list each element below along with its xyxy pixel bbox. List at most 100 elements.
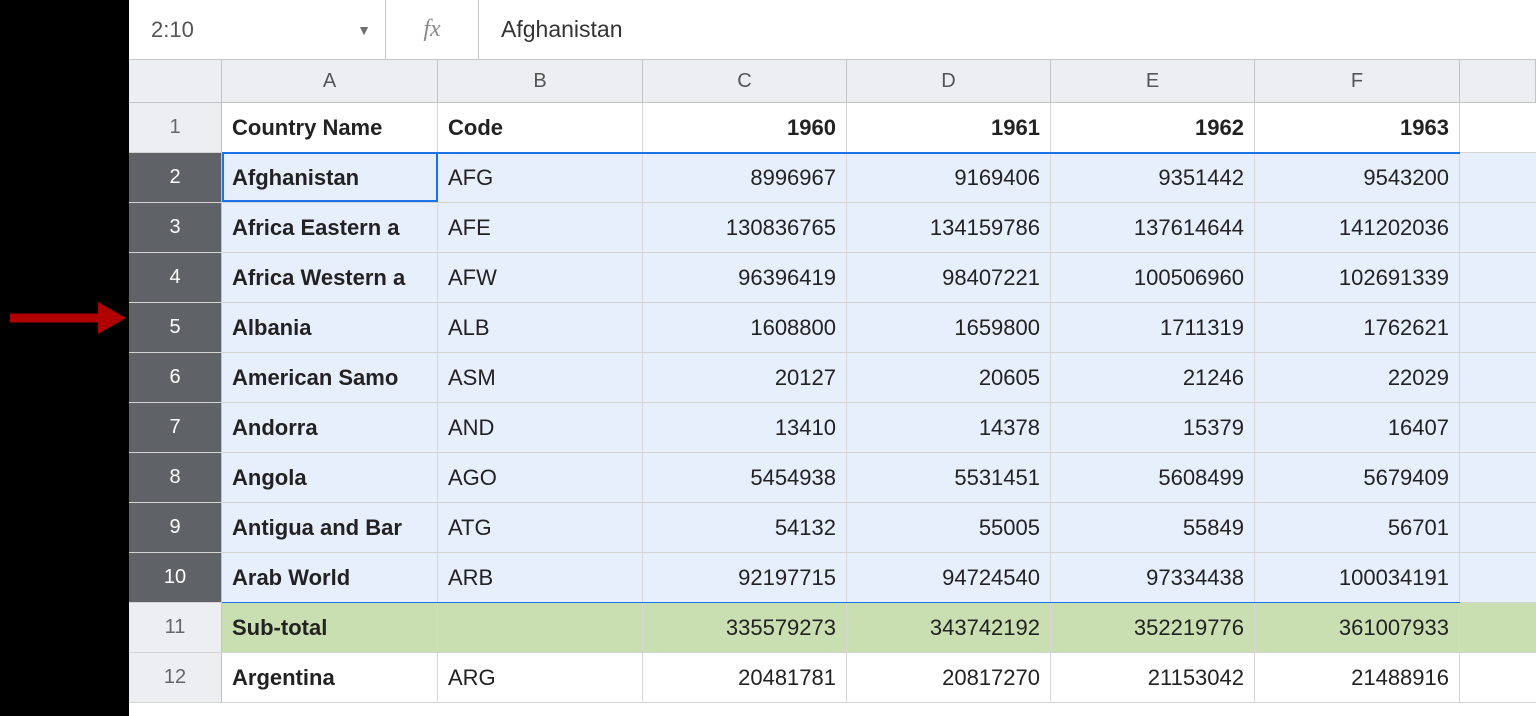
select-all-corner[interactable] [129, 60, 222, 102]
cell[interactable] [1460, 153, 1536, 202]
cell[interactable]: 1608800 [643, 303, 847, 352]
cell[interactable]: Angola [222, 453, 438, 502]
row-header-1[interactable]: 1 [129, 103, 222, 152]
row-header-8[interactable]: 8 [129, 453, 222, 502]
cell[interactable]: 5531451 [847, 453, 1051, 502]
cell[interactable]: 20127 [643, 353, 847, 402]
cell[interactable]: 1711319 [1051, 303, 1255, 352]
row-header-10[interactable]: 10 [129, 553, 222, 602]
col-header-D[interactable]: D [847, 60, 1051, 102]
col-header-F[interactable]: F [1255, 60, 1460, 102]
cell[interactable]: 14378 [847, 403, 1051, 452]
cell[interactable]: 55005 [847, 503, 1051, 552]
cell[interactable]: 54132 [643, 503, 847, 552]
cell[interactable]: 21488916 [1255, 653, 1460, 702]
cell[interactable]: Afghanistan [222, 153, 438, 202]
cell[interactable]: 96396419 [643, 253, 847, 302]
cell[interactable] [438, 603, 643, 652]
cell[interactable]: 9543200 [1255, 153, 1460, 202]
cell[interactable]: 20817270 [847, 653, 1051, 702]
cell[interactable]: 5608499 [1051, 453, 1255, 502]
cell[interactable]: 102691339 [1255, 253, 1460, 302]
cell[interactable]: 56701 [1255, 503, 1460, 552]
row-header-7[interactable]: 7 [129, 403, 222, 452]
cell[interactable]: ASM [438, 353, 643, 402]
cell[interactable]: ARG [438, 653, 643, 702]
cell[interactable]: 141202036 [1255, 203, 1460, 252]
cell[interactable]: Albania [222, 303, 438, 352]
formula-input[interactable]: Afghanistan [479, 0, 1536, 59]
cell[interactable]: 100034191 [1255, 553, 1460, 602]
row-header-4[interactable]: 4 [129, 253, 222, 302]
cell[interactable]: Country Name [222, 103, 438, 152]
cell[interactable]: AFW [438, 253, 643, 302]
cell[interactable]: AFE [438, 203, 643, 252]
cell[interactable]: ALB [438, 303, 643, 352]
cell[interactable]: Andorra [222, 403, 438, 452]
cell[interactable]: 9169406 [847, 153, 1051, 202]
cell[interactable]: Sub-total [222, 603, 438, 652]
cell[interactable] [1460, 553, 1536, 602]
cell[interactable] [1460, 653, 1536, 702]
cell[interactable]: 1963 [1255, 103, 1460, 152]
row-header-6[interactable]: 6 [129, 353, 222, 402]
cell[interactable]: American Samo [222, 353, 438, 402]
cell[interactable]: 22029 [1255, 353, 1460, 402]
cell[interactable]: 55849 [1051, 503, 1255, 552]
cell[interactable] [1460, 203, 1536, 252]
cell[interactable]: 1762621 [1255, 303, 1460, 352]
cell[interactable]: Antigua and Bar [222, 503, 438, 552]
cell[interactable]: 137614644 [1051, 203, 1255, 252]
row-header-9[interactable]: 9 [129, 503, 222, 552]
cell[interactable]: 13410 [643, 403, 847, 452]
cell[interactable]: ARB [438, 553, 643, 602]
cell[interactable]: 21246 [1051, 353, 1255, 402]
col-header-next[interactable] [1460, 60, 1536, 102]
cell[interactable]: 361007933 [1255, 603, 1460, 652]
cell[interactable]: 1961 [847, 103, 1051, 152]
cell[interactable]: 130836765 [643, 203, 847, 252]
col-header-E[interactable]: E [1051, 60, 1255, 102]
cell[interactable]: 97334438 [1051, 553, 1255, 602]
cell[interactable]: 92197715 [643, 553, 847, 602]
cell[interactable]: 134159786 [847, 203, 1051, 252]
cell[interactable]: 1962 [1051, 103, 1255, 152]
cell[interactable]: 1659800 [847, 303, 1051, 352]
cell[interactable]: AFG [438, 153, 643, 202]
cell[interactable]: 335579273 [643, 603, 847, 652]
cell[interactable]: 343742192 [847, 603, 1051, 652]
row-header-2[interactable]: 2 [129, 153, 222, 202]
cell[interactable]: ATG [438, 503, 643, 552]
col-header-A[interactable]: A [222, 60, 438, 102]
row-header-12[interactable]: 12 [129, 653, 222, 702]
cell[interactable] [1460, 103, 1536, 152]
cell[interactable]: AGO [438, 453, 643, 502]
cell[interactable] [1460, 603, 1536, 652]
cell[interactable]: 1960 [643, 103, 847, 152]
row-header-11[interactable]: 11 [129, 603, 222, 652]
cell[interactable]: 16407 [1255, 403, 1460, 452]
cell[interactable] [1460, 453, 1536, 502]
cell[interactable]: 98407221 [847, 253, 1051, 302]
cell[interactable] [1460, 353, 1536, 402]
col-header-B[interactable]: B [438, 60, 643, 102]
cell[interactable]: 94724540 [847, 553, 1051, 602]
cell[interactable]: 8996967 [643, 153, 847, 202]
row-header-3[interactable]: 3 [129, 203, 222, 252]
cell[interactable] [1460, 253, 1536, 302]
cell[interactable]: 100506960 [1051, 253, 1255, 302]
cell[interactable]: 20481781 [643, 653, 847, 702]
row-header-5[interactable]: 5 [129, 303, 222, 352]
col-header-C[interactable]: C [643, 60, 847, 102]
cell[interactable]: Arab World [222, 553, 438, 602]
cell[interactable]: Code [438, 103, 643, 152]
cell[interactable]: AND [438, 403, 643, 452]
cell[interactable]: 5679409 [1255, 453, 1460, 502]
cell[interactable] [1460, 503, 1536, 552]
cell[interactable]: Africa Eastern a [222, 203, 438, 252]
cell[interactable]: 15379 [1051, 403, 1255, 452]
cell[interactable] [1460, 403, 1536, 452]
cell[interactable]: 21153042 [1051, 653, 1255, 702]
cell[interactable]: 352219776 [1051, 603, 1255, 652]
cell[interactable]: 20605 [847, 353, 1051, 402]
